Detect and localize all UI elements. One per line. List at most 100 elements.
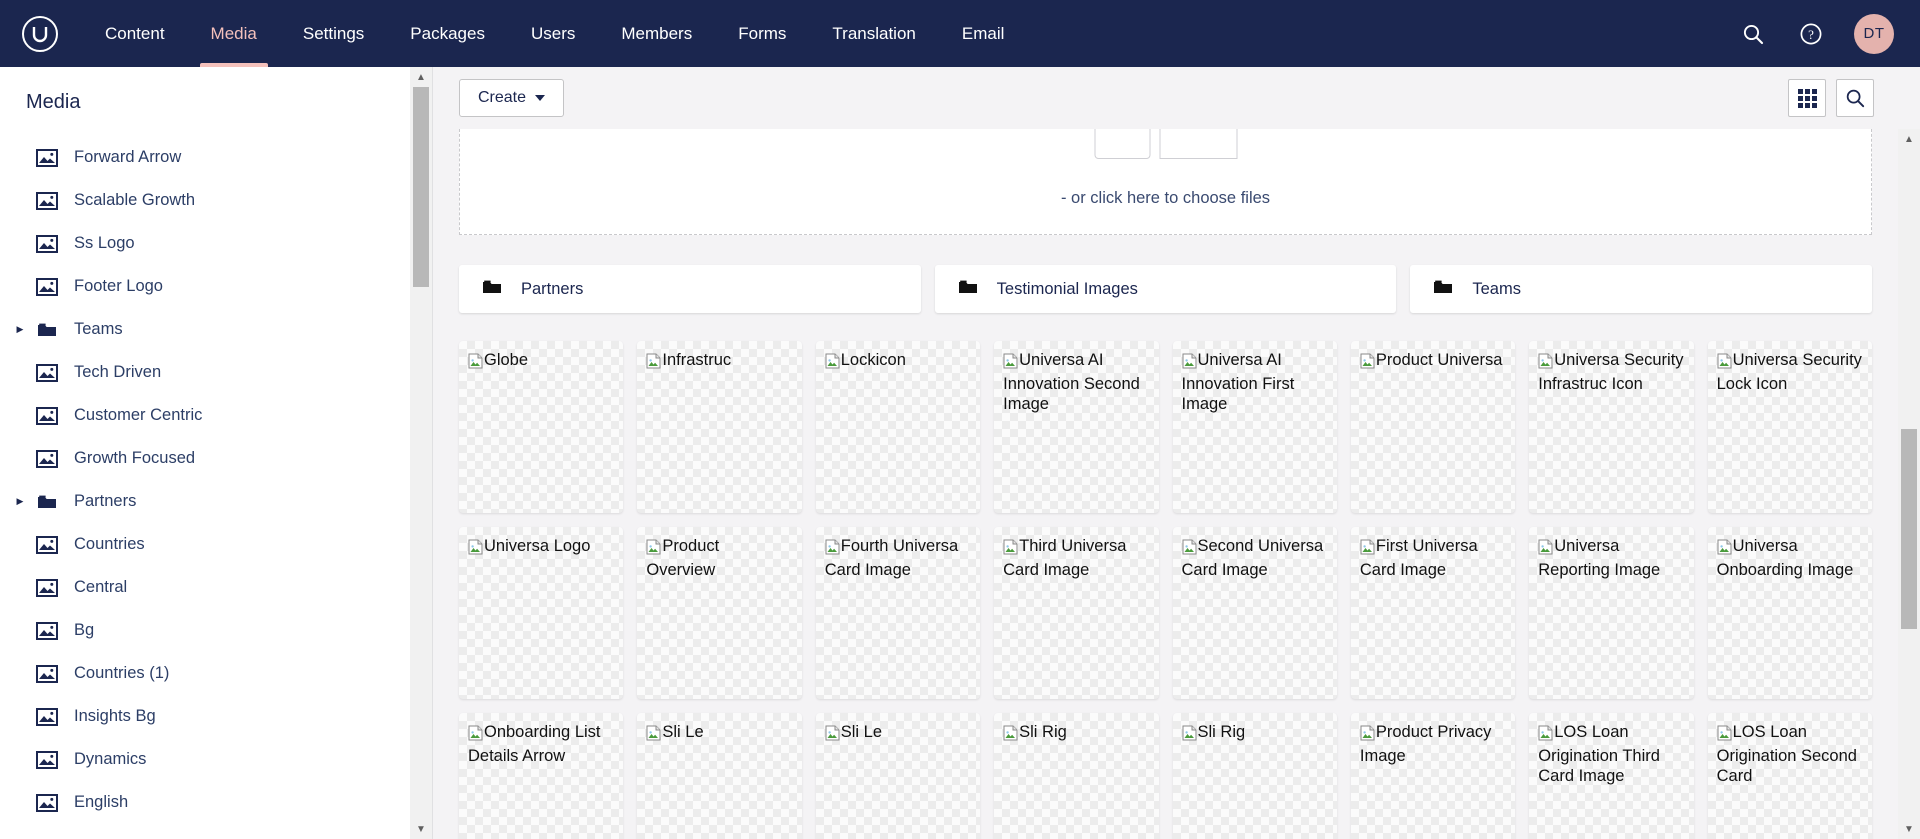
scrollbar-thumb[interactable] [413,87,429,287]
nav-item-media[interactable]: Media [188,0,280,67]
folder-card-teams[interactable]: Teams [1410,265,1873,313]
media-tile[interactable]: Sli Le [816,713,980,839]
media-tile[interactable]: Second Universa Card Image [1173,527,1337,699]
chevron-right-icon[interactable]: ▶ [12,324,28,335]
media-tile[interactable]: LOS Loan Origination Third Card Image [1529,713,1693,839]
broken-image-icon-label: Universa Logo [468,536,613,560]
sidebar-item-dynamics[interactable]: ▶ Dynamics [0,738,410,781]
sidebar-item-bg[interactable]: ▶ Bg [0,609,410,652]
sidebar-item-growth-focused[interactable]: ▶ Growth Focused [0,437,410,480]
media-tile[interactable]: Universa Reporting Image [1529,527,1693,699]
media-tile[interactable]: Product Universa [1351,341,1515,513]
image-icon [34,707,60,726]
sidebar-item-partners[interactable]: ▶ Partners [0,480,410,523]
media-tile[interactable]: Fourth Universa Card Image [816,527,980,699]
sidebar-item-footer-logo[interactable]: ▶ Footer Logo [0,265,410,308]
broken-image-icon-label: Universa Reporting Image [1538,536,1683,580]
broken-image-icon [468,353,483,374]
create-button[interactable]: Create [459,79,565,117]
media-tile[interactable]: Third Universa Card Image [994,527,1158,699]
sidebar-item-teams[interactable]: ▶ Teams [0,308,410,351]
nav-item-forms[interactable]: Forms [715,0,809,67]
media-tile[interactable]: Globe [459,341,623,513]
media-tile[interactable]: Universa Onboarding Image [1708,527,1872,699]
nav-label: Translation [832,23,916,43]
scroll-down-arrow-icon[interactable]: ▼ [410,819,432,839]
search-icon[interactable] [1738,19,1768,49]
media-tile[interactable]: Sli Rig [1173,713,1337,839]
media-tile[interactable]: Sli Rig [994,713,1158,839]
nav-item-members[interactable]: Members [598,0,715,67]
upload-dropzone[interactable]: - or click here to choose files [459,129,1872,235]
sidebar-item-label: Customer Centric [74,406,203,424]
broken-image-icon [1538,539,1553,560]
folder-card-partners[interactable]: Partners [459,265,921,313]
sidebar-item-forward-arrow[interactable]: ▶ Forward Arrow [0,136,410,179]
media-tile-alt: Sli Le [840,723,883,741]
media-tile[interactable]: Product Overview [637,527,801,699]
nav-item-email[interactable]: Email [939,0,1028,67]
folder-card-testimonial-images[interactable]: Testimonial Images [934,265,1397,313]
media-tile-alt: Second Universa Card Image [1181,537,1324,579]
media-tile[interactable]: First Universa Card Image [1351,527,1515,699]
sidebar-item-insights-bg[interactable]: ▶ Insights Bg [0,695,410,738]
media-tile[interactable]: Sli Le [637,713,801,839]
sidebar-scrollbar[interactable]: ▲ ▼ [410,67,432,839]
scrollbar-thumb[interactable] [1901,429,1917,629]
media-tile[interactable]: Onboarding List Details Arrow [459,713,623,839]
sidebar-item-english[interactable]: ▶ English [0,781,410,824]
create-button-label: Create [478,89,527,106]
scroll-up-arrow-icon[interactable]: ▲ [410,67,432,87]
broken-image-icon-label: Lockicon [825,350,970,374]
sidebar-item-label: Bg [74,621,95,639]
top-navigation-bar: Content Media Settings Packages Users Me… [0,0,1920,67]
sidebar-item-label: English [74,793,129,811]
sidebar-item-countries[interactable]: ▶ Countries [0,523,410,566]
nav-item-users[interactable]: Users [508,0,598,67]
umbraco-logo-icon[interactable] [22,15,58,52]
broken-image-icon [1717,725,1732,746]
media-tile-alt: LOS Loan Origination Second Card [1716,723,1857,785]
media-tile[interactable]: Infrastruc [637,341,801,513]
nav-label: Media [210,23,257,43]
media-tile[interactable]: LOS Loan Origination Second Card [1708,713,1872,839]
media-tile[interactable]: Universa AI Innovation Second Image [994,341,1158,513]
main-scrollbar[interactable]: ▲ ▼ [1898,129,1920,839]
grid-glyph [1797,88,1817,108]
media-tile-alt: Sli Rig [1019,723,1067,741]
grid-view-icon[interactable] [1788,79,1826,117]
media-tile[interactable]: Universa Logo [459,527,623,699]
sidebar-item-tech-driven[interactable]: ▶ Tech Driven [0,351,410,394]
nav-item-content[interactable]: Content [82,0,188,67]
image-icon [34,449,60,468]
sidebar-item-central[interactable]: ▶ Central [0,566,410,609]
media-tile[interactable]: Universa Security Lock Icon [1708,341,1872,513]
app-shell: Media ▶ Forward Arrow ▶ Scalable Growth … [0,67,1920,839]
choose-files-link[interactable]: - or click here to choose files [1061,189,1270,208]
broken-image-icon-label: Globe [468,350,613,374]
sidebar-item-countries-1[interactable]: ▶ Countries (1) [0,652,410,695]
search-icon[interactable] [1836,79,1874,117]
chevron-right-icon[interactable]: ▶ [12,496,28,507]
help-circle-icon[interactable]: ? [1796,19,1826,49]
media-tile[interactable]: Lockicon [816,341,980,513]
media-tile[interactable]: Product Privacy Image [1351,713,1515,839]
broken-image-icon-label: Product Overview [646,536,791,580]
avatar-initials: DT [1863,25,1885,42]
nav-item-translation[interactable]: Translation [809,0,938,67]
sidebar-item-ss-logo[interactable]: ▶ Ss Logo [0,222,410,265]
nav-label: Content [105,23,165,43]
sidebar-item-scalable-growth[interactable]: ▶ Scalable Growth [0,179,410,222]
sidebar-item-customer-centric[interactable]: ▶ Customer Centric [0,394,410,437]
nav-item-packages[interactable]: Packages [387,0,508,67]
scroll-down-arrow-icon[interactable]: ▼ [1898,819,1920,839]
broken-image-icon [468,539,483,560]
media-content-scroll-area: - or click here to choose files Partners… [433,129,1898,839]
scroll-up-arrow-icon[interactable]: ▲ [1898,129,1920,149]
folder-icon [34,321,60,339]
media-tile[interactable]: Universa Security Infrastruc Icon [1529,341,1693,513]
media-tile[interactable]: Universa AI Innovation First Image [1173,341,1337,513]
avatar[interactable]: DT [1854,13,1894,54]
media-toolbar: Create [433,67,1920,129]
nav-item-settings[interactable]: Settings [280,0,387,67]
